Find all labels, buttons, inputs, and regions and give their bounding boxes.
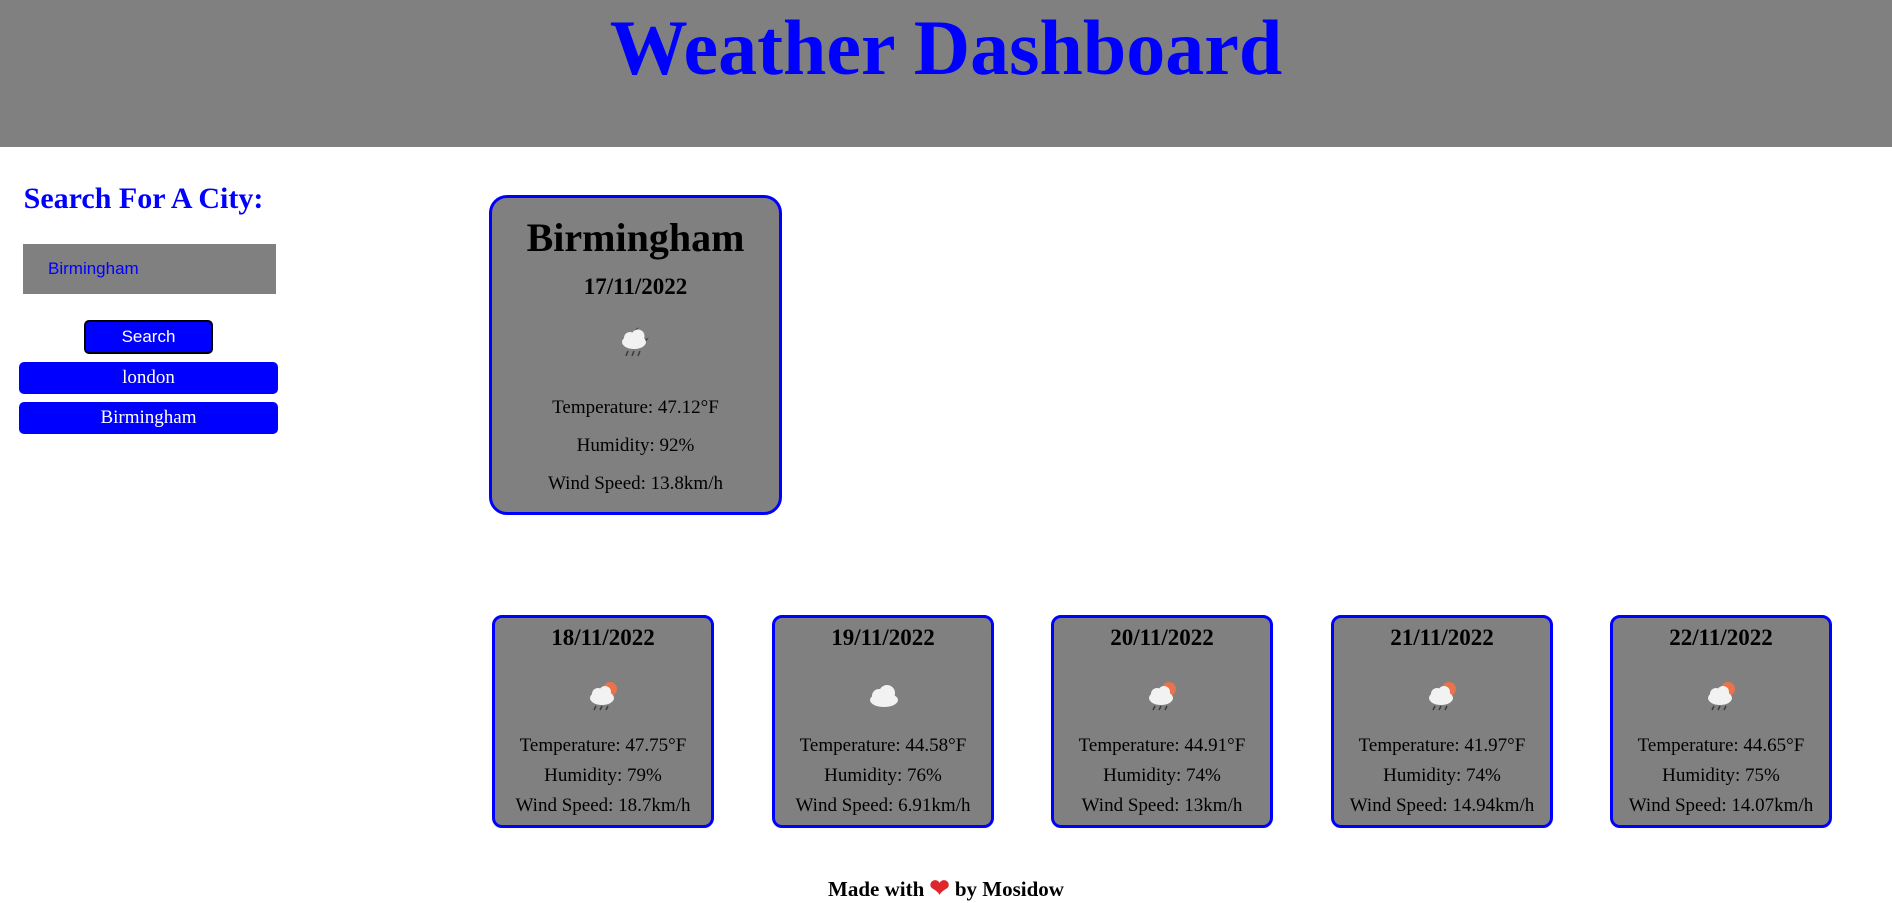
forecast-humidity: Humidity: 74% xyxy=(1383,765,1501,786)
forecast-card: 21/11/2022 Temperature: 41.97°F Humidity… xyxy=(1331,615,1553,828)
forecast-card: 22/11/2022 Temperature: 44.65°F Humidity… xyxy=(1610,615,1832,828)
forecast-temperature: Temperature: 44.65°F xyxy=(1637,735,1805,756)
forecast-date: 20/11/2022 xyxy=(1110,625,1214,650)
forecast-temperature: Temperature: 41.97°F xyxy=(1358,735,1526,756)
forecast-date: 21/11/2022 xyxy=(1390,625,1494,650)
current-wind: Wind Speed: 13.8km/h xyxy=(548,473,723,494)
forecast-date: 19/11/2022 xyxy=(831,625,935,650)
forecast-humidity: Humidity: 79% xyxy=(544,765,662,786)
current-humidity: Humidity: 92% xyxy=(576,435,695,456)
page-header: Weather Dashboard xyxy=(0,0,1892,147)
page-title: Weather Dashboard xyxy=(609,4,1283,91)
forecast-card: 20/11/2022 Temperature: 44.91°F Humidity… xyxy=(1051,615,1273,828)
forecast-wind: Wind Speed: 14.07km/h xyxy=(1628,795,1814,816)
forecast-humidity: Humidity: 75% xyxy=(1662,765,1780,786)
current-date: 17/11/2022 xyxy=(583,274,688,299)
forecast-card: 19/11/2022 Temperature: 44.58°F Humidity… xyxy=(772,615,994,828)
cloud-icon xyxy=(866,677,902,718)
current-temperature: Temperature: 47.12°F xyxy=(552,397,719,418)
heart-icon: ❤ xyxy=(929,876,950,902)
history-button-london[interactable]: london xyxy=(19,362,278,394)
cloud-sun-rain-icon xyxy=(1704,677,1740,718)
forecast-date: 22/11/2022 xyxy=(1669,625,1773,650)
cloud-sun-rain-icon xyxy=(1425,677,1461,718)
current-city: Birmingham xyxy=(526,215,745,260)
forecast-date: 18/11/2022 xyxy=(551,625,655,650)
forecast-wind: Wind Speed: 13km/h xyxy=(1081,795,1243,816)
forecast-wind: Wind Speed: 18.7km/h xyxy=(515,795,691,816)
forecast-temperature: Temperature: 44.91°F xyxy=(1078,735,1246,756)
forecast-humidity: Humidity: 76% xyxy=(824,765,942,786)
footer-author: by Mosidow xyxy=(954,877,1064,901)
forecast-card: 18/11/2022 Temperature: 47.75°F Humidity… xyxy=(492,615,714,828)
search-heading: Search For A City: xyxy=(23,182,264,215)
forecast-temperature: Temperature: 47.75°F xyxy=(519,735,687,756)
forecast-wind: Wind Speed: 6.91km/h xyxy=(795,795,971,816)
current-weather-card: Birmingham 17/11/2022 Temperature: 47.12… xyxy=(489,195,782,515)
history-button-birmingham[interactable]: Birmingham xyxy=(19,402,278,434)
cloud-sun-rain-icon xyxy=(586,677,622,718)
footer-made-with: Made with xyxy=(828,877,925,901)
forecast-wind: Wind Speed: 14.94km/h xyxy=(1349,795,1535,816)
footer: Made with ❤ by Mosidow xyxy=(0,874,1892,903)
cloud-moon-rain-icon xyxy=(617,322,655,365)
forecast-temperature: Temperature: 44.58°F xyxy=(799,735,967,756)
search-input[interactable] xyxy=(23,244,276,294)
forecast-humidity: Humidity: 74% xyxy=(1103,765,1221,786)
cloud-sun-rain-icon xyxy=(1145,677,1181,718)
search-button[interactable]: Search xyxy=(84,320,213,354)
